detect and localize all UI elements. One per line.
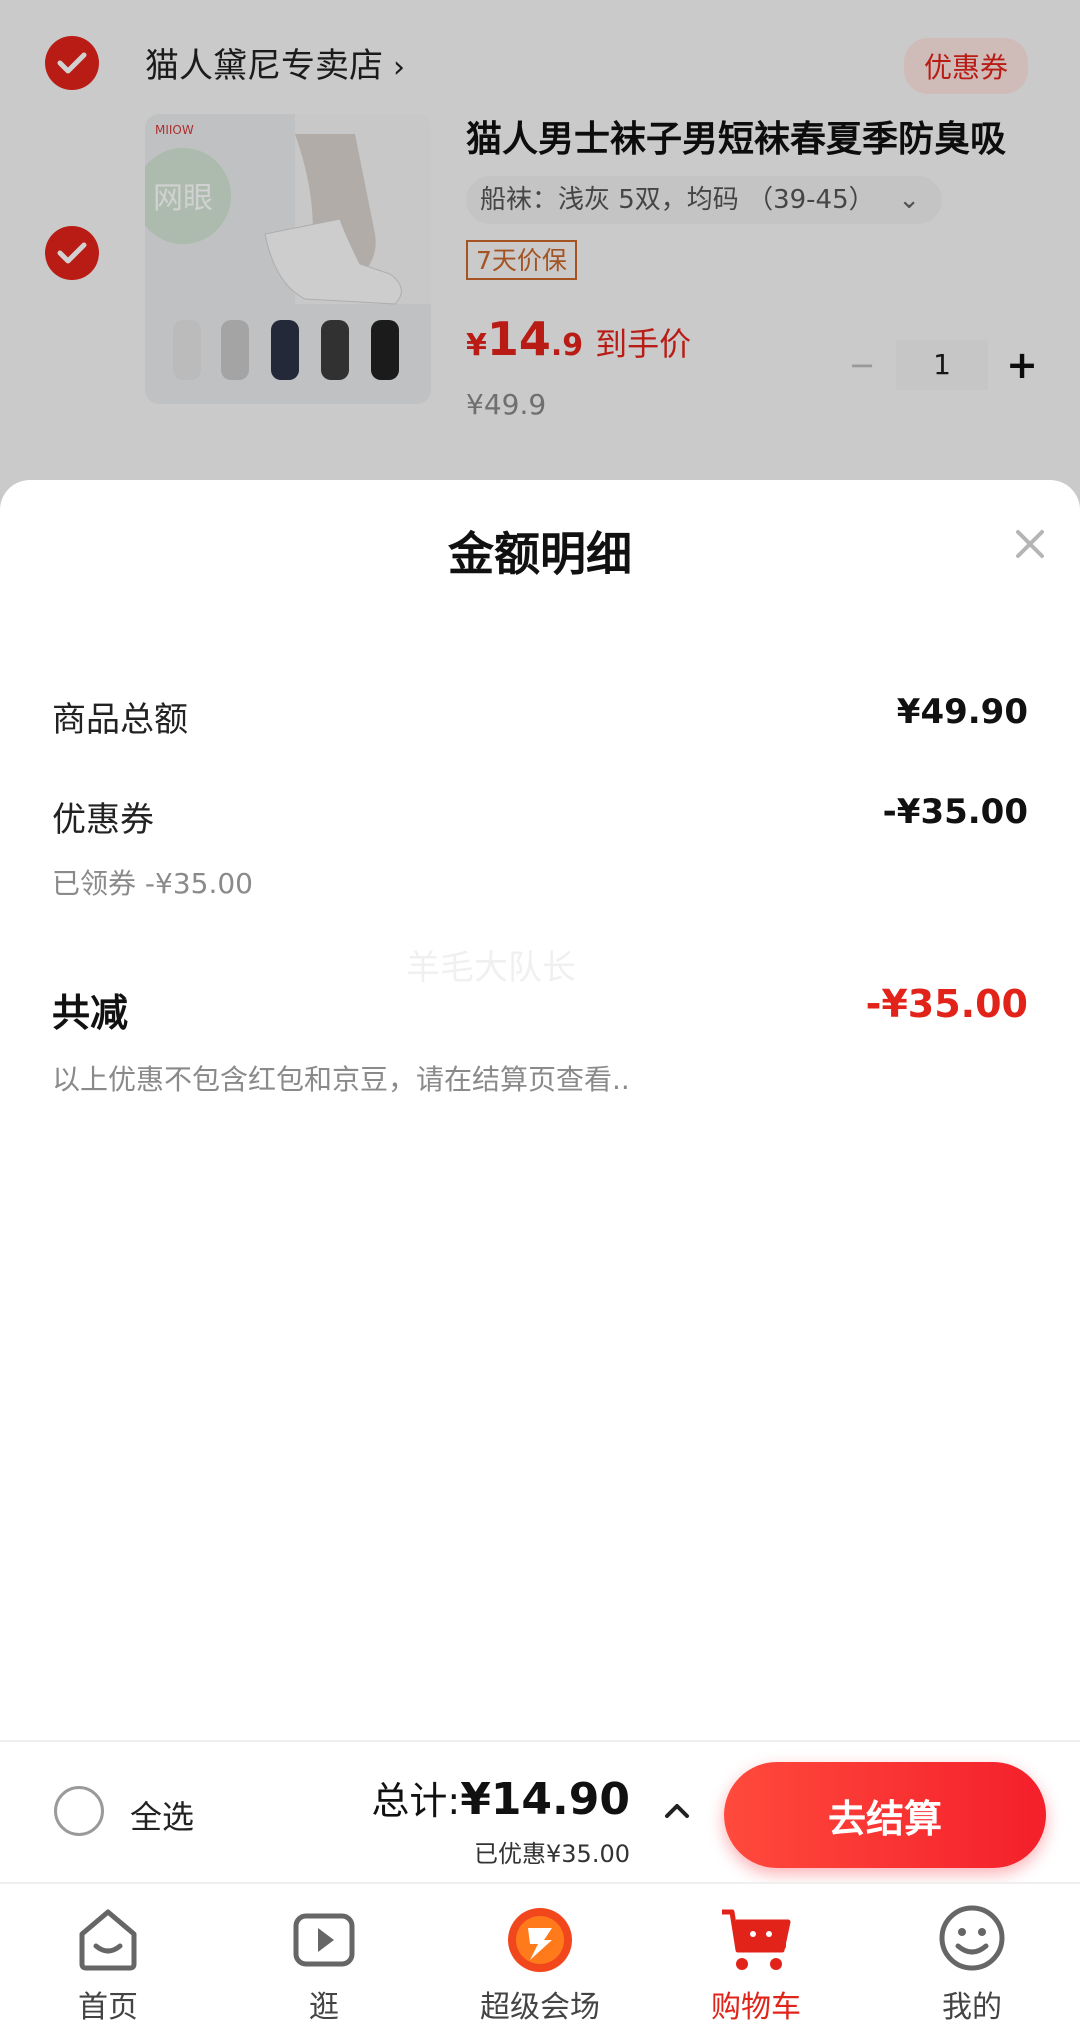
cart-icon bbox=[716, 1898, 796, 1978]
tab-cart-label: 购物车 bbox=[711, 1990, 801, 2025]
video-icon bbox=[284, 1898, 364, 1978]
select-all-label[interactable]: 全选 bbox=[130, 1792, 194, 1838]
checkout-bar: 全选 总计:¥14.90 已优惠¥35.00 去结算 bbox=[0, 1740, 1080, 1884]
smiley-icon bbox=[932, 1898, 1012, 1978]
bottom-tab-bar: 首页 逛 超级会场 购物车 我的 bbox=[0, 1882, 1080, 2034]
goods-total-value: ¥49.90 bbox=[896, 692, 1028, 732]
chevron-up-icon[interactable] bbox=[660, 1794, 694, 1828]
total-reduce-value: -¥35.00 bbox=[865, 982, 1028, 1026]
total-reduce-label: 共减 bbox=[52, 991, 129, 1035]
coupon-value: -¥35.00 bbox=[882, 792, 1028, 832]
super-venue-icon bbox=[500, 1898, 580, 1978]
tab-mine-label: 我的 bbox=[942, 1990, 1002, 2025]
total-value: ¥14.90 bbox=[460, 1774, 630, 1825]
tab-browse[interactable]: 逛 bbox=[216, 1884, 432, 2034]
total-label: 总计: bbox=[371, 1779, 461, 1823]
total-sum: 总计:¥14.90 bbox=[371, 1770, 630, 1825]
dim-overlay[interactable] bbox=[0, 0, 1080, 520]
watermark: 羊毛大队长 bbox=[406, 948, 576, 988]
goods-total-label: 商品总额 bbox=[52, 700, 188, 740]
amount-detail-sheet: 金额明细 羊毛大队长 商品总额 ¥49.90 优惠券 -¥35.00 已领券 -… bbox=[0, 480, 1080, 1740]
home-icon bbox=[68, 1898, 148, 1978]
tab-cart[interactable]: 购物车 bbox=[648, 1884, 864, 2034]
select-all-radio[interactable] bbox=[54, 1786, 104, 1836]
tab-mine[interactable]: 我的 bbox=[864, 1884, 1080, 2034]
tab-home-label: 首页 bbox=[78, 1990, 138, 2025]
sheet-title: 金额明细 bbox=[448, 527, 632, 581]
coupon-sub-text: 已领券 -¥35.00 bbox=[52, 867, 253, 900]
tab-browse-label: 逛 bbox=[309, 1990, 339, 2025]
close-icon[interactable] bbox=[1006, 520, 1054, 568]
discount-note: 以上优惠不包含红包和京豆，请在结算页查看.. bbox=[52, 1063, 630, 1096]
tab-super-venue-label: 超级会场 bbox=[480, 1990, 600, 2025]
checkout-button[interactable]: 去结算 bbox=[724, 1762, 1046, 1868]
saved-amount: 已优惠¥35.00 bbox=[474, 1840, 630, 1868]
tab-home[interactable]: 首页 bbox=[0, 1884, 216, 2034]
tab-super-venue[interactable]: 超级会场 bbox=[432, 1884, 648, 2034]
coupon-label: 优惠券 bbox=[52, 800, 154, 840]
